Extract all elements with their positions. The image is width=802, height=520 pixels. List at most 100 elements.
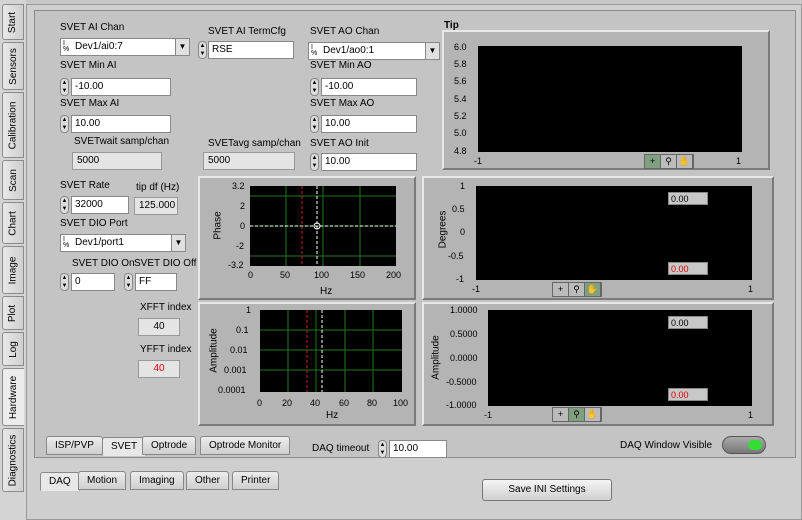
dio-off-spinner[interactable]: ▲ ▼ bbox=[124, 273, 133, 291]
phase-ytick: 3.2 bbox=[232, 181, 245, 191]
termcfg-spinner[interactable]: ▲ ▼ bbox=[198, 41, 207, 59]
tab-image[interactable]: Image bbox=[2, 246, 24, 294]
amp2-ylabel: Amplitude bbox=[430, 335, 442, 380]
tip-graph-plot[interactable] bbox=[478, 46, 742, 152]
tab-sensors[interactable]: Sensors bbox=[2, 42, 24, 90]
tab-imaging[interactable]: Imaging bbox=[130, 471, 184, 490]
tab-svet[interactable]: SVET bbox=[102, 437, 147, 456]
tab-motion[interactable]: Motion bbox=[78, 471, 127, 490]
dio-on-spinner[interactable]: ▲ ▼ bbox=[60, 273, 69, 291]
tip-ytick: 5.6 bbox=[454, 76, 467, 86]
pan-hand-icon[interactable]: ✋ bbox=[677, 155, 693, 168]
yfft-label: YFFT index bbox=[140, 344, 192, 355]
amp2-cursor-2: 0.00 bbox=[668, 388, 708, 401]
tip-ytick: 5.2 bbox=[454, 111, 467, 121]
crosshair-icon[interactable]: + bbox=[553, 283, 569, 296]
dio-on-label: SVET DIO On bbox=[72, 258, 135, 269]
tab-daq[interactable]: DAQ bbox=[40, 472, 80, 491]
io-name-icon: I% bbox=[311, 44, 318, 57]
deg-graph-plot[interactable] bbox=[476, 186, 752, 280]
min-ai-spinner[interactable]: ▲ ▼ bbox=[60, 78, 69, 96]
tab-start[interactable]: Start bbox=[2, 4, 24, 40]
min-ao-field[interactable]: -10.00 bbox=[321, 78, 417, 96]
wait-samp-value: 5000 bbox=[72, 152, 162, 170]
tab-isp-pvp[interactable]: ISP/PVP bbox=[46, 436, 103, 455]
pan-hand-icon[interactable]: ✋ bbox=[585, 408, 601, 421]
min-ai-label: SVET Min AI bbox=[60, 60, 117, 71]
ao-init-spinner[interactable]: ▲ ▼ bbox=[310, 153, 319, 171]
deg-cursor-2: 0.00 bbox=[668, 262, 708, 275]
amp-xtick: 40 bbox=[310, 398, 321, 408]
phase-ytick: -3.2 bbox=[228, 260, 244, 270]
tab-optrode-monitor[interactable]: Optrode Monitor bbox=[200, 436, 291, 455]
phase-ytick: -2 bbox=[236, 241, 245, 251]
amp2-graph-plot[interactable] bbox=[488, 310, 752, 406]
dio-on-field[interactable]: 0 bbox=[71, 273, 115, 291]
ao-init-field[interactable]: 10.00 bbox=[321, 153, 417, 171]
tip-ytick: 5.8 bbox=[454, 59, 467, 69]
tab-scan[interactable]: Scan bbox=[2, 160, 24, 200]
pan-hand-icon[interactable]: ✋ bbox=[585, 283, 601, 296]
tip-xtick: 1 bbox=[736, 156, 742, 166]
ao-chan-select[interactable]: I% Dev1/ao0:1 ▼ bbox=[308, 42, 440, 60]
dio-port-select[interactable]: I% Dev1/port1 ▼ bbox=[60, 234, 186, 252]
tip-ytick: 4.8 bbox=[454, 146, 467, 156]
chevron-down-icon[interactable]: ▼ bbox=[171, 235, 185, 251]
chevron-down-icon[interactable]: ▼ bbox=[175, 39, 189, 55]
amp-xtick: 0 bbox=[257, 398, 263, 408]
max-ai-spinner[interactable]: ▲ ▼ bbox=[60, 115, 69, 133]
amp-ytick: 0.001 bbox=[224, 365, 247, 375]
tab-other[interactable]: Other bbox=[186, 471, 230, 490]
tip-ytick: 5.4 bbox=[454, 94, 467, 104]
tip-xtick: -1 bbox=[474, 156, 483, 166]
deg-ytick: -0.5 bbox=[448, 251, 464, 261]
tab-optrode[interactable]: Optrode bbox=[142, 436, 197, 455]
chevron-down-icon[interactable]: ▼ bbox=[425, 43, 439, 59]
dio-off-field[interactable]: FF bbox=[135, 273, 177, 291]
daq-window-toggle[interactable] bbox=[722, 436, 766, 454]
amp-xtick: 100 bbox=[393, 398, 409, 408]
zoom-icon[interactable]: ⚲ bbox=[569, 283, 585, 296]
tab-printer[interactable]: Printer bbox=[232, 471, 280, 490]
tab-plot[interactable]: Plot bbox=[2, 296, 24, 330]
ai-termcfg-label: SVET AI TermCfg bbox=[208, 26, 286, 37]
min-ai-field[interactable]: -10.00 bbox=[71, 78, 171, 96]
rate-field[interactable]: 32000 bbox=[71, 196, 129, 214]
crosshair-icon[interactable]: + bbox=[553, 408, 569, 421]
tab-diagnostics[interactable]: Diagnostics bbox=[2, 428, 24, 492]
tip-df-label: tip df (Hz) bbox=[136, 182, 180, 193]
min-ao-spinner[interactable]: ▲ ▼ bbox=[310, 78, 319, 96]
io-name-icon: I% bbox=[63, 236, 70, 249]
daq-timeout-field[interactable]: 10.00 bbox=[389, 440, 447, 458]
amp-graph-plot[interactable] bbox=[260, 310, 402, 392]
daq-timeout-spinner[interactable]: ▲ ▼ bbox=[378, 440, 387, 458]
deg-ytick: 0.5 bbox=[452, 204, 465, 214]
tab-log[interactable]: Log bbox=[2, 332, 24, 366]
crosshair-icon[interactable]: + bbox=[645, 155, 661, 168]
amp2-cursor-1: 0.00 bbox=[668, 316, 708, 329]
save-ini-button[interactable]: Save INI Settings bbox=[482, 479, 612, 501]
max-ao-field[interactable]: 10.00 bbox=[321, 115, 417, 133]
ai-termcfg-field[interactable]: RSE bbox=[208, 41, 294, 59]
zoom-icon[interactable]: ⚲ bbox=[661, 155, 677, 168]
tab-hardware[interactable]: Hardware bbox=[2, 368, 24, 426]
avg-samp-label: SVETavg samp/chan bbox=[208, 138, 301, 149]
max-ai-field[interactable]: 10.00 bbox=[71, 115, 171, 133]
min-ao-label: SVET Min AO bbox=[310, 60, 372, 71]
phase-graph-plot[interactable] bbox=[250, 186, 396, 266]
dio-port-label: SVET DIO Port bbox=[60, 218, 128, 229]
daq-timeout-label: DAQ timeout bbox=[312, 443, 370, 454]
tab-chart[interactable]: Chart bbox=[2, 202, 24, 244]
phase-xtick: 100 bbox=[314, 270, 330, 280]
max-ao-spinner[interactable]: ▲ ▼ bbox=[310, 115, 319, 133]
zoom-icon[interactable]: ⚲ bbox=[569, 408, 585, 421]
daq-window-label: DAQ Window Visible bbox=[620, 440, 713, 451]
io-name-icon: I% bbox=[63, 40, 70, 53]
rate-spinner[interactable]: ▲ ▼ bbox=[60, 196, 69, 214]
xfft-value: 40 bbox=[138, 318, 180, 336]
tip-graph-palette: + ⚲ ✋ bbox=[644, 154, 694, 169]
dio-off-label: SVET DIO Off bbox=[134, 258, 197, 269]
phase-xtick: 0 bbox=[248, 270, 254, 280]
ai-chan-select[interactable]: I% Dev1/ai0:7 ▼ bbox=[60, 38, 190, 56]
tab-calibration[interactable]: Calibration bbox=[2, 92, 24, 158]
